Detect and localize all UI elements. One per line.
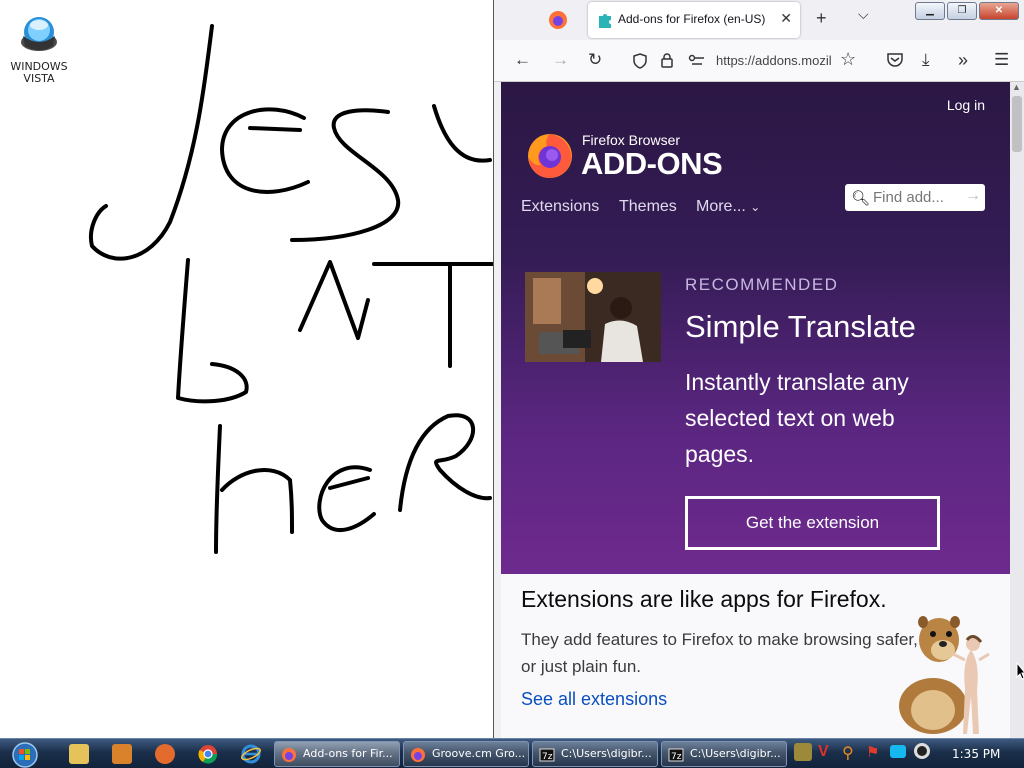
overflow-chevron-icon[interactable]: »	[958, 50, 968, 71]
brand-add-ons: ADD-ONS	[581, 146, 723, 181]
see-all-extensions-link[interactable]: See all extensions	[521, 689, 667, 710]
minimize-button[interactable]: ▁	[915, 2, 945, 20]
permissions-key-icon[interactable]	[688, 54, 706, 68]
windows-taskbar: Add-ons for Fir... Groove.cm Gro... 7z C…	[0, 738, 1024, 768]
file-explorer-icon[interactable]	[69, 744, 89, 764]
extensions-description: They add features to Firefox to make bro…	[521, 630, 918, 676]
recommended-extension-description: Instantly translate any selected text on…	[685, 369, 909, 467]
handwritten-scribble-drawing	[89, 24, 493, 554]
svg-text:7z: 7z	[671, 752, 682, 762]
search-placeholder: Find add...	[873, 189, 944, 206]
tray-flag-icon[interactable]: ⚑	[866, 743, 886, 763]
chevron-down-icon: ⌄	[750, 200, 761, 214]
tray-v-icon[interactable]: V	[818, 743, 838, 763]
chrome-icon[interactable]	[198, 744, 218, 764]
paint-app-icon[interactable]	[155, 744, 175, 764]
maximize-button[interactable]: ❐	[947, 2, 977, 20]
pocket-icon[interactable]	[886, 52, 904, 68]
search-submit-arrow-icon[interactable]: →	[965, 187, 981, 205]
taskbar-task-folder-2[interactable]: 7z C:\Users\digibr...	[661, 741, 787, 767]
tray-search-icon[interactable]: ⚲	[842, 743, 862, 763]
mouse-cursor-icon	[1016, 662, 1024, 680]
svg-text:7z: 7z	[542, 752, 553, 762]
close-window-button[interactable]: ✕	[979, 2, 1019, 20]
firefox-tab-icon[interactable]	[546, 8, 570, 32]
tab-bar: Add-ons for Firefox (en-US) ✕ + ⌵ ▁ ❐ ✕	[494, 0, 1024, 40]
nav-themes[interactable]: Themes	[619, 198, 677, 216]
nav-more[interactable]: More... ⌄	[696, 198, 760, 216]
desktop: WINDOWS VISTA	[0, 0, 493, 738]
scroll-up-arrow-icon[interactable]: ▲	[1012, 82, 1021, 92]
forward-arrow-icon[interactable]: →	[552, 50, 569, 70]
url-bar[interactable]: https://addons.mozilla.org ☆	[622, 46, 894, 76]
get-extension-button[interactable]: Get the extension	[685, 496, 940, 550]
page-scrollbar[interactable]: ▲	[1010, 82, 1024, 738]
internet-explorer-icon[interactable]	[241, 744, 261, 764]
url-text: https://addons.mozilla.org	[716, 53, 832, 68]
taskbar-task-folder-1[interactable]: 7z C:\Users\digibr...	[532, 741, 658, 767]
search-icon: 🔍︎	[851, 190, 871, 207]
taskbar-clock[interactable]: 1:35 PM	[952, 747, 1000, 761]
7zip-icon: 7z	[668, 748, 684, 762]
navigation-toolbar: ← → ↻ https://addons.mozilla.org ☆ ⤓ » ☰	[494, 40, 1024, 82]
media-player-icon[interactable]	[112, 744, 132, 764]
close-tab-icon[interactable]: ✕	[780, 10, 792, 27]
taskbar-task-label: C:\Users\digibr...	[690, 747, 781, 760]
taskbar-task-groove[interactable]: Groove.cm Gro...	[403, 741, 529, 767]
taskbar-task-label: C:\Users\digibr...	[561, 747, 652, 760]
tab-add-ons[interactable]: Add-ons for Firefox (en-US) ✕	[588, 2, 800, 38]
hamburger-menu-icon[interactable]: ☰	[994, 50, 1009, 70]
tray-network-icon[interactable]	[890, 745, 906, 758]
list-all-tabs-chevron-icon[interactable]: ⌵	[858, 6, 869, 23]
recommended-extension-thumbnail[interactable]	[525, 272, 661, 362]
system-tray: V ⚲ ⚑	[790, 743, 940, 765]
scrollbar-thumb[interactable]	[1012, 96, 1022, 152]
recommended-label: RECOMMENDED	[685, 275, 839, 294]
shield-icon[interactable]	[632, 53, 648, 69]
tray-app-icon[interactable]	[794, 743, 812, 761]
extensions-heading: Extensions are like apps for Firefox.	[521, 586, 887, 612]
reload-icon[interactable]: ↻	[588, 50, 602, 70]
firefox-icon	[282, 748, 296, 762]
puzzle-icon	[599, 14, 611, 28]
nav-extensions[interactable]: Extensions	[521, 198, 599, 216]
tab-title: Add-ons for Firefox (en-US)	[618, 12, 766, 26]
nav-more-label: More...	[696, 198, 746, 215]
firefox-icon	[411, 748, 425, 762]
new-tab-button[interactable]: +	[816, 8, 827, 29]
taskbar-task-add-ons[interactable]: Add-ons for Fir...	[274, 741, 400, 767]
recommended-extension-name[interactable]: Simple Translate	[685, 309, 916, 345]
firefox-logo-icon[interactable]	[525, 130, 575, 180]
downloads-icon[interactable]: ⤓	[922, 50, 930, 70]
login-link[interactable]: Log in	[947, 97, 985, 113]
search-input[interactable]: 🔍︎ Find add... →	[845, 184, 985, 211]
lock-icon[interactable]	[660, 52, 674, 69]
7zip-icon: 7z	[539, 748, 555, 762]
taskbar-task-label: Groove.cm Gro...	[432, 747, 526, 760]
hero-banner: Log in Firefox Browser ADD-ONS Extension…	[501, 82, 1011, 574]
tray-volume-icon[interactable]	[914, 743, 930, 759]
back-arrow-icon[interactable]: ←	[514, 50, 531, 70]
desktop-buddy-animal-icon[interactable]	[893, 610, 1003, 738]
taskbar-task-label: Add-ons for Fir...	[303, 747, 393, 760]
start-button-windows-orb-icon[interactable]	[8, 741, 42, 768]
bookmark-star-icon[interactable]: ☆	[840, 49, 856, 70]
window-controls: ▁ ❐ ✕	[915, 2, 1019, 20]
